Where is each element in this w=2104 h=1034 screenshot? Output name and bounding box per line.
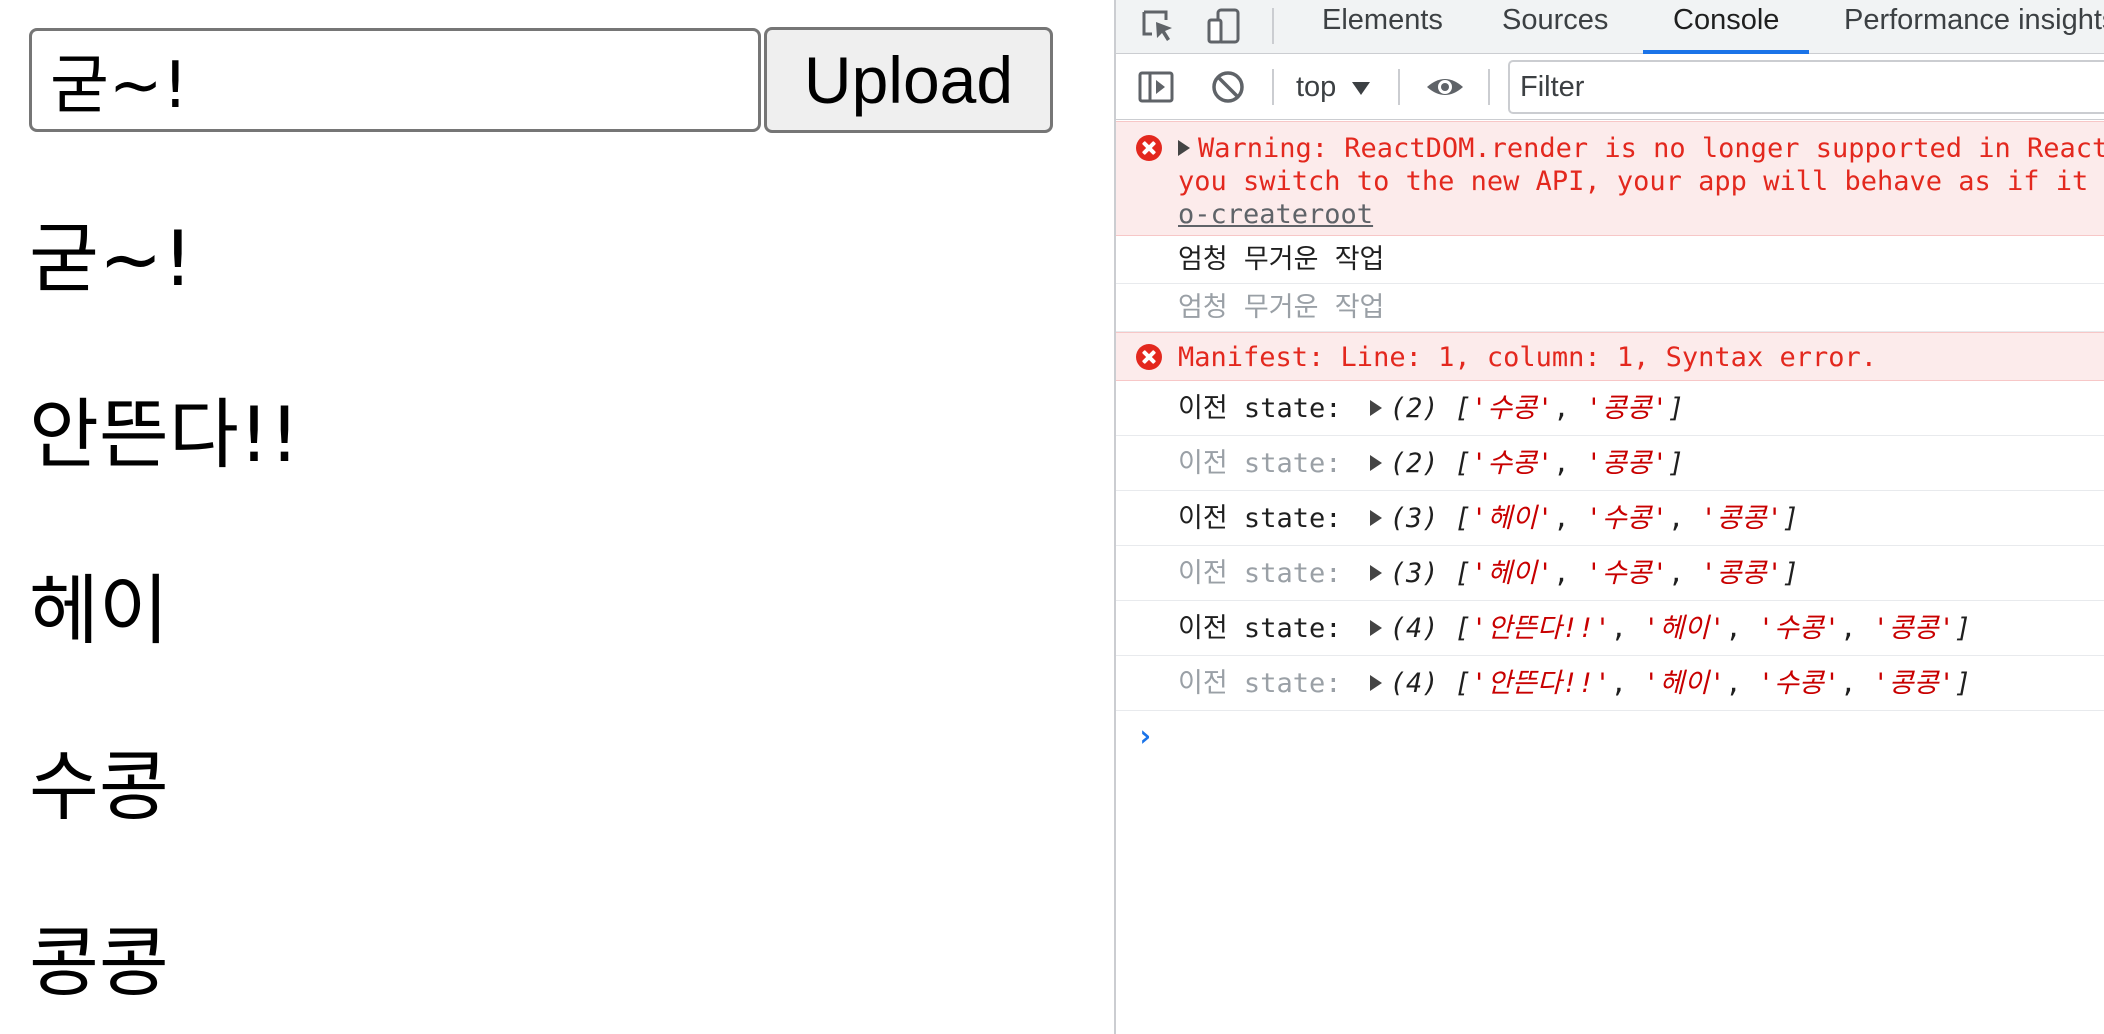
message-label: 이전 state: [1178,558,1342,589]
devtools-panel: Elements Sources Console Performance ins… [1114,0,2104,1034]
message-label: 이전 state: [1178,503,1342,534]
array-value: 수콩 [1774,613,1824,644]
array-value: 헤이 [1487,503,1537,534]
upload-button[interactable]: Upload [764,27,1053,133]
list-item: 콩콩 [29,918,169,1007]
array-length: (2) [1389,448,1439,479]
message-label: 이전 state: [1178,613,1342,644]
docs-link[interactable]: o-createroot [1178,199,1373,230]
array-value: 콩콩 [1716,503,1767,534]
expand-arrow-icon[interactable] [1369,619,1382,636]
list-item: 수콩 [29,742,169,831]
sidebar-toggle-icon[interactable] [1136,67,1176,107]
expand-arrow-icon[interactable] [1369,564,1382,581]
item-list: 굳~! 안뜬다!! 헤이 수콩 콩콩 [29,205,1089,1034]
tab-performance-insights[interactable]: Performance insights [1842,0,2104,54]
message-line: o-createroot [1178,198,2104,231]
clear-console-icon[interactable] [1208,67,1248,107]
filter-input[interactable] [1508,60,2104,114]
tab-elements[interactable]: Elements [1320,0,1445,54]
array-value: 수콩 [1487,393,1537,424]
array-length: (2) [1389,393,1439,424]
array-value: 안뜬다!! [1487,613,1595,644]
message-label: 이전 state: [1178,448,1342,479]
device-toolbar-icon[interactable] [1204,6,1244,46]
chevron-down-icon [1352,81,1371,95]
array-value: 콩콩 [1716,558,1767,589]
expand-arrow-icon[interactable] [1369,509,1382,526]
expand-arrow-icon[interactable] [1369,454,1382,471]
devtools-tabbar: Elements Sources Console Performance ins… [1116,0,2104,54]
text-input[interactable] [29,28,761,132]
array-value: 헤이 [1659,613,1710,644]
array-length: (4) [1389,613,1439,644]
array-value: 수콩 [1487,448,1537,479]
message-text: 엄청 무거운 작업 [1178,292,1385,323]
list-item: 헤이 [29,566,169,655]
console-state-message[interactable]: 이전 state: (3) ['헤이', '수콩', '콩콩'] [1116,546,2104,601]
message-line: you switch to the new API, your app will… [1178,166,2089,197]
console-prompt[interactable]: › [1116,711,2104,763]
array-length: (3) [1389,503,1439,534]
inspect-element-icon[interactable] [1138,6,1178,46]
toolbar-divider [1398,69,1400,105]
toolbar-divider [1488,69,1490,105]
console-log-message: 엄청 무거운 작업 [1116,284,2104,332]
array-value: 콩콩 [1888,613,1939,644]
context-selector[interactable]: top [1296,64,1371,110]
array-length: (4) [1389,668,1439,699]
tabbar-divider [1272,8,1274,44]
prompt-chevron-icon: › [1136,719,1155,754]
array-value: 수콩 [1602,503,1652,534]
console-toolbar: top [1116,54,2104,120]
app-pane: Upload 굳~! 안뜬다!! 헤이 수콩 콩콩 [0,0,1114,1034]
array-value: 콩콩 [1602,448,1652,479]
array-value: 콩콩 [1602,393,1652,424]
console-error-message[interactable]: Warning: ReactDOM.render is no longer su… [1116,121,2104,236]
tab-console[interactable]: Console [1642,0,1810,54]
array-value: 안뜬다!! [1487,668,1595,699]
message-text: 엄청 무거운 작업 [1178,244,1385,275]
expand-arrow-icon[interactable] [1369,399,1382,416]
array-value: 콩콩 [1888,668,1939,699]
console-messages: Warning: ReactDOM.render is no longer su… [1116,121,2104,763]
array-value: 헤이 [1487,558,1537,589]
console-state-message[interactable]: 이전 state: (2) ['수콩', '콩콩'] [1116,436,2104,491]
console-log-message: 엄청 무거운 작업 [1116,236,2104,284]
error-icon [1136,135,1162,161]
message-text: Manifest: Line: 1, column: 1, Syntax err… [1178,342,1877,373]
array-value: 수콩 [1602,558,1652,589]
screen: Upload 굳~! 안뜬다!! 헤이 수콩 콩콩 [0,0,2104,1034]
message-text: Warning: ReactDOM.render is no longer su… [1198,133,2104,164]
expand-arrow-icon[interactable] [1178,139,1190,156]
array-value: 수콩 [1774,668,1824,699]
console-state-message[interactable]: 이전 state: (3) ['헤이', '수콩', '콩콩'] [1116,491,2104,546]
context-label: top [1296,71,1337,103]
array-length: (3) [1389,558,1439,589]
array-value: 헤이 [1659,668,1710,699]
toolbar-divider [1272,69,1274,105]
eye-icon[interactable] [1425,67,1465,107]
console-error-message: Manifest: Line: 1, column: 1, Syntax err… [1116,332,2104,381]
list-item: 굳~! [29,214,194,303]
message-label: 이전 state: [1178,393,1342,424]
error-icon [1136,344,1162,370]
console-state-message[interactable]: 이전 state: (2) ['수콩', '콩콩'] [1116,381,2104,436]
expand-arrow-icon[interactable] [1369,674,1382,691]
console-state-message[interactable]: 이전 state: (4) ['안뜬다!!', '헤이', '수콩', '콩콩'… [1116,656,2104,711]
tab-sources[interactable]: Sources [1500,0,1610,54]
message-line: Warning: ReactDOM.render is no longer su… [1178,132,2104,165]
console-state-message[interactable]: 이전 state: (4) ['안뜬다!!', '헤이', '수콩', '콩콩'… [1116,601,2104,656]
message-label: 이전 state: [1178,668,1342,699]
list-item: 안뜬다!! [29,390,300,479]
